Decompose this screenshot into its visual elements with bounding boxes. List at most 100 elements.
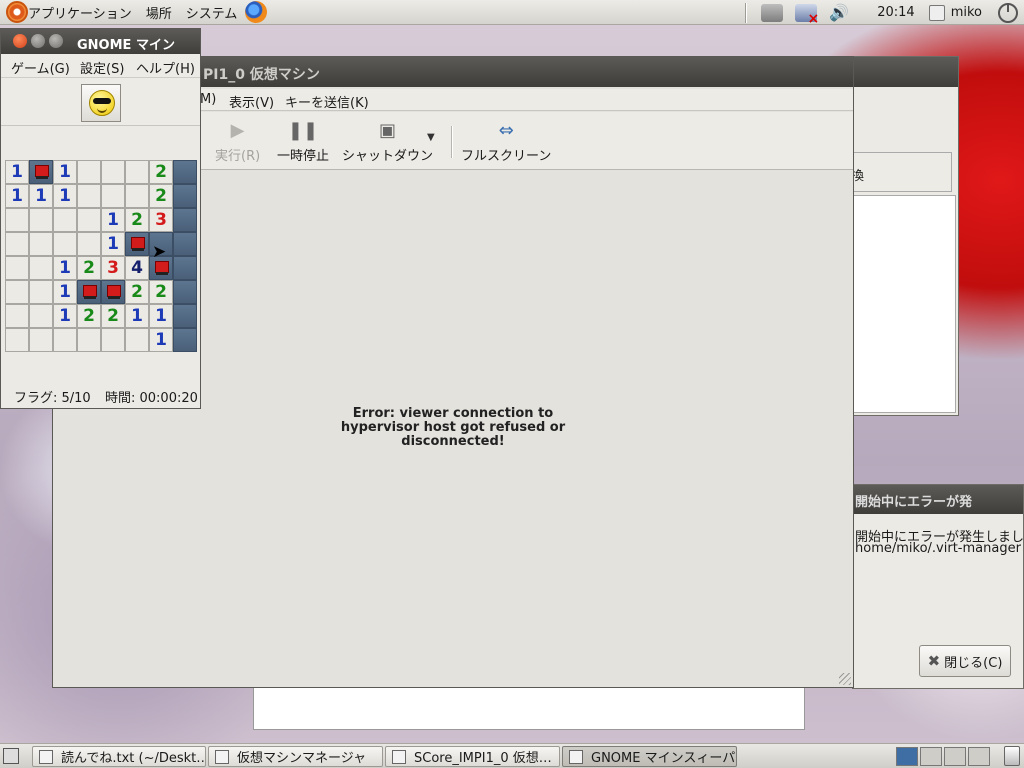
clock[interactable]: 20:14 bbox=[877, 5, 914, 20]
number-cell[interactable]: 2 bbox=[149, 160, 173, 184]
fullscreen-button[interactable]: ⇔ フルスクリーン bbox=[461, 120, 551, 164]
pause-button[interactable]: ❚❚ 一時停止 bbox=[277, 120, 329, 164]
empty-cell[interactable] bbox=[101, 328, 125, 352]
number-cell[interactable]: 1 bbox=[53, 256, 77, 280]
number-cell[interactable]: 1 bbox=[5, 160, 29, 184]
empty-cell[interactable] bbox=[5, 232, 29, 256]
menu-view[interactable]: 表示(V) bbox=[229, 92, 274, 111]
empty-cell[interactable] bbox=[53, 328, 77, 352]
empty-cell[interactable] bbox=[125, 184, 149, 208]
empty-cell[interactable] bbox=[29, 328, 53, 352]
menu-game[interactable]: ゲーム(G) bbox=[11, 58, 70, 77]
number-cell[interactable]: 1 bbox=[53, 280, 77, 304]
error-dialog-title[interactable]: 開始中にエラーが発 bbox=[853, 485, 1023, 514]
resize-grip[interactable] bbox=[839, 673, 851, 685]
menu-system[interactable]: システム bbox=[186, 3, 238, 22]
workspace-4[interactable] bbox=[968, 747, 990, 766]
close-button[interactable]: ✖ 閉じる(C) bbox=[919, 645, 1011, 677]
empty-cell[interactable] bbox=[125, 160, 149, 184]
number-cell[interactable]: 1 bbox=[149, 304, 173, 328]
empty-cell[interactable] bbox=[29, 232, 53, 256]
task-minesweeper[interactable]: GNOME マインスィーパ bbox=[562, 746, 737, 767]
covered-cell[interactable] bbox=[173, 304, 197, 328]
empty-cell[interactable] bbox=[5, 208, 29, 232]
empty-cell[interactable] bbox=[5, 328, 29, 352]
empty-cell[interactable] bbox=[77, 208, 101, 232]
number-cell[interactable]: 1 bbox=[29, 184, 53, 208]
empty-cell[interactable] bbox=[101, 160, 125, 184]
minesweeper-titlebar[interactable]: GNOME マイン bbox=[1, 29, 200, 54]
empty-cell[interactable] bbox=[29, 208, 53, 232]
power-icon[interactable] bbox=[998, 2, 1018, 23]
volume-icon[interactable]: 🔊 bbox=[829, 3, 849, 22]
workspace-3[interactable] bbox=[944, 747, 966, 766]
empty-cell[interactable] bbox=[125, 328, 149, 352]
empty-cell[interactable] bbox=[101, 184, 125, 208]
covered-cell[interactable] bbox=[173, 280, 197, 304]
toolbar-button-fragment[interactable]: 換 bbox=[848, 152, 952, 192]
number-cell[interactable]: 1 bbox=[53, 304, 77, 328]
number-cell[interactable]: 3 bbox=[149, 208, 173, 232]
menu-settings[interactable]: 設定(S) bbox=[80, 58, 124, 77]
number-cell[interactable]: 4 bbox=[125, 256, 149, 280]
workspace-2[interactable] bbox=[920, 747, 942, 766]
ubuntu-logo-icon[interactable] bbox=[6, 1, 28, 23]
number-cell[interactable]: 2 bbox=[101, 304, 125, 328]
menu-applications[interactable]: アプリケーション bbox=[28, 3, 132, 22]
window-minimize-icon[interactable] bbox=[31, 34, 45, 48]
flag-icon[interactable] bbox=[29, 160, 53, 184]
username[interactable]: miko bbox=[951, 5, 982, 20]
empty-cell[interactable] bbox=[77, 328, 101, 352]
number-cell[interactable]: 2 bbox=[149, 280, 173, 304]
window-close-icon[interactable] bbox=[13, 34, 27, 48]
empty-cell[interactable] bbox=[53, 208, 77, 232]
run-button[interactable]: ▶ 実行(R) bbox=[215, 120, 260, 164]
number-cell[interactable]: 2 bbox=[77, 256, 101, 280]
trash-icon[interactable] bbox=[1004, 746, 1020, 766]
number-cell[interactable]: 1 bbox=[125, 304, 149, 328]
covered-cell[interactable] bbox=[173, 328, 197, 352]
empty-cell[interactable] bbox=[77, 160, 101, 184]
workspace-1[interactable] bbox=[896, 747, 918, 766]
number-cell[interactable]: 1 bbox=[53, 184, 77, 208]
menu-places[interactable]: 場所 bbox=[146, 3, 172, 22]
number-cell[interactable]: 2 bbox=[149, 184, 173, 208]
task-vm-manager[interactable]: 仮想マシンマネージャ bbox=[208, 746, 383, 767]
details-pane[interactable] bbox=[253, 686, 805, 730]
window-maximize-icon[interactable] bbox=[49, 34, 63, 48]
number-cell[interactable]: 1 bbox=[53, 160, 77, 184]
covered-cell[interactable] bbox=[173, 232, 197, 256]
empty-cell[interactable] bbox=[29, 256, 53, 280]
firefox-icon[interactable] bbox=[245, 1, 268, 23]
new-game-button[interactable] bbox=[81, 84, 121, 122]
number-cell[interactable]: 3 bbox=[101, 256, 125, 280]
empty-cell[interactable] bbox=[5, 256, 29, 280]
covered-cell[interactable] bbox=[173, 160, 197, 184]
number-cell[interactable]: 1 bbox=[101, 232, 125, 256]
empty-cell[interactable] bbox=[77, 184, 101, 208]
network-disconnected-icon[interactable] bbox=[795, 3, 819, 27]
task-vm-console[interactable]: SCore_IMPI1_0 仮想… bbox=[385, 746, 560, 767]
show-desktop-icon[interactable] bbox=[3, 748, 19, 764]
empty-cell[interactable] bbox=[77, 232, 101, 256]
empty-cell[interactable] bbox=[29, 280, 53, 304]
menu-machine[interactable]: M) bbox=[200, 92, 216, 107]
user-icon[interactable] bbox=[928, 4, 945, 21]
covered-cell[interactable] bbox=[173, 184, 197, 208]
number-cell[interactable]: 2 bbox=[125, 280, 149, 304]
menu-help[interactable]: ヘルプ(H) bbox=[136, 58, 195, 77]
flag-icon[interactable] bbox=[125, 232, 149, 256]
number-cell[interactable]: 2 bbox=[125, 208, 149, 232]
number-cell[interactable]: 2 bbox=[77, 304, 101, 328]
task-readme[interactable]: 読んでね.txt (~/Deskt… bbox=[32, 746, 206, 767]
flag-icon[interactable] bbox=[101, 280, 125, 304]
vm-list-pane[interactable] bbox=[852, 195, 956, 413]
covered-cell[interactable] bbox=[173, 208, 197, 232]
flag-icon[interactable] bbox=[77, 280, 101, 304]
number-cell[interactable]: 1 bbox=[149, 328, 173, 352]
empty-cell[interactable] bbox=[5, 304, 29, 328]
covered-cell[interactable] bbox=[173, 256, 197, 280]
empty-cell[interactable] bbox=[29, 304, 53, 328]
empty-cell[interactable] bbox=[5, 280, 29, 304]
empty-cell[interactable] bbox=[53, 232, 77, 256]
